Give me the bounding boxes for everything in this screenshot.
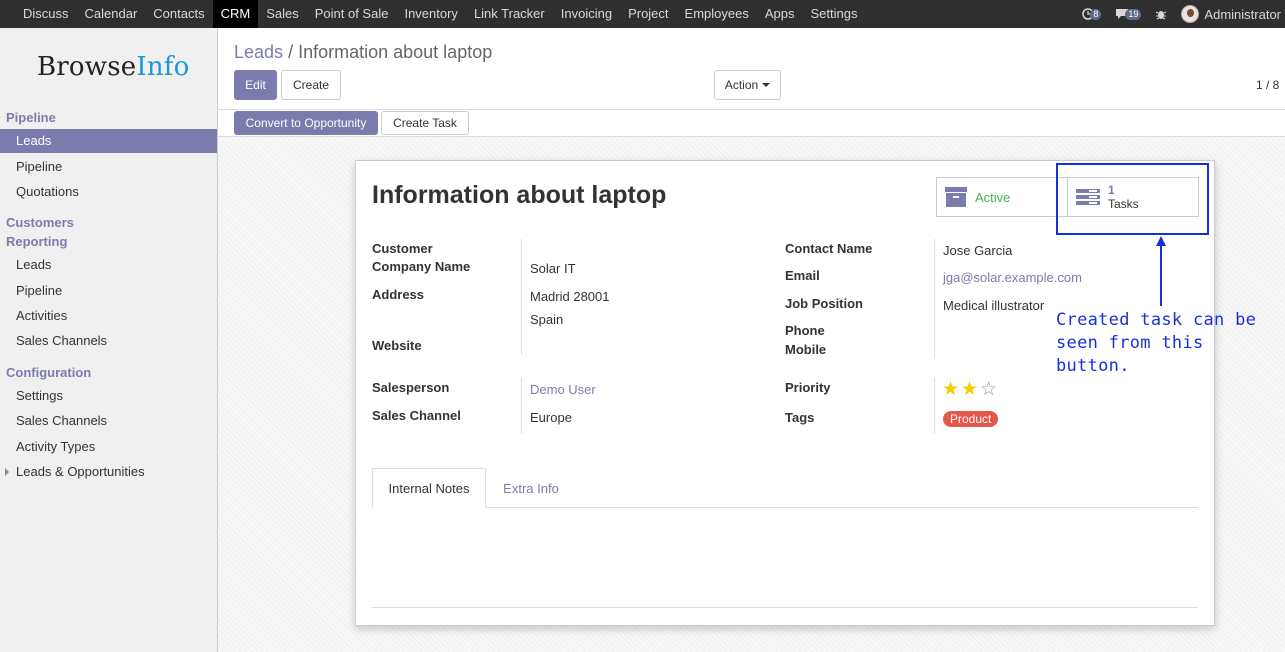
user-menu[interactable]: Administrator (1204, 7, 1281, 22)
menu-apps[interactable]: Apps (757, 0, 803, 28)
salesperson-link[interactable]: Demo User (530, 382, 596, 397)
create-button[interactable]: Create (281, 70, 341, 100)
priority-star-icon[interactable]: ★ (942, 380, 959, 399)
field-divider (521, 378, 522, 434)
debug-button[interactable] (1155, 8, 1167, 20)
priority-star-icon[interactable]: ★ (961, 380, 978, 399)
tab-extra-info[interactable]: Extra Info (489, 468, 573, 508)
breadcrumb: Leads / Information about laptop (234, 42, 492, 63)
priority-stars: ★ ★ ☆ (942, 380, 999, 399)
product-tag[interactable]: Product (943, 411, 999, 427)
menu-discuss[interactable]: Discuss (15, 0, 77, 28)
annotation-line-2: seen from this button. (1056, 333, 1204, 376)
action-label: Action (724, 78, 759, 92)
sidebar-item-pipeline[interactable]: Pipeline (0, 155, 217, 179)
job-position-label: Job Position (785, 296, 863, 311)
top-navbar: Discuss Calendar Contacts CRM Sales Poin… (0, 0, 1285, 28)
tags-label: Tags (785, 410, 815, 425)
email-link[interactable]: jga@solar.example.com (943, 270, 1082, 285)
active-toggle-button[interactable]: Active (936, 177, 1068, 217)
menu-point-of-sale[interactable]: Point of Sale (307, 0, 397, 28)
sidebar-item-leads[interactable]: Leads (0, 129, 217, 153)
email-label: Email (785, 268, 820, 283)
sales-channel-label: Sales Channel (372, 408, 461, 423)
menu-calendar[interactable]: Calendar (77, 0, 146, 28)
app-menu: Discuss Calendar Contacts CRM Sales Poin… (0, 0, 865, 28)
sidebar-item-label: Leads & Opportunities (16, 464, 145, 479)
menu-settings[interactable]: Settings (802, 0, 865, 28)
company-logo: BrowseInfo (37, 52, 189, 82)
job-position-field[interactable]: Medical illustrator (943, 298, 1044, 313)
menu-inventory[interactable]: Inventory (396, 0, 465, 28)
annotation-highlight-box (1056, 163, 1209, 235)
logo-text-browse: Browse (37, 52, 137, 82)
activity-count-badge: 8 (1090, 8, 1102, 20)
sidebar-item-activities[interactable]: Activities (0, 304, 217, 328)
customer-label: Customer (372, 241, 433, 256)
field-divider (934, 378, 935, 434)
action-dropdown[interactable]: Action (714, 70, 781, 100)
sidebar-header-configuration[interactable]: Configuration (6, 365, 91, 380)
archive-icon (945, 187, 967, 207)
contact-name-field[interactable]: Jose Garcia (943, 243, 1012, 258)
sidebar-header-reporting[interactable]: Reporting (6, 234, 67, 249)
caret-right-icon (5, 468, 9, 476)
website-label: Website (372, 338, 422, 353)
field-divider (521, 239, 522, 355)
messaging-button[interactable]: 19 (1115, 8, 1142, 20)
edit-button[interactable]: Edit (234, 70, 277, 100)
caret-down-icon (762, 83, 771, 87)
sidebar-item-settings[interactable]: Settings (0, 384, 217, 408)
priority-label: Priority (785, 380, 831, 395)
message-count-badge: 19 (1125, 8, 1142, 20)
bug-icon (1156, 11, 1167, 20)
sidebar-item-quotations[interactable]: Quotations (0, 180, 217, 204)
divider (218, 109, 1285, 110)
field-divider (934, 239, 935, 359)
menu-sales[interactable]: Sales (258, 0, 307, 28)
create-task-button[interactable]: Create Task (381, 111, 469, 135)
sidebar-item-sales-channels[interactable]: Sales Channels (0, 329, 217, 353)
company-name-label: Company Name (372, 259, 471, 274)
breadcrumb-leads-link[interactable]: Leads (234, 42, 283, 62)
menu-invoicing[interactable]: Invoicing (553, 0, 620, 28)
logo-text-info: Info (136, 52, 190, 82)
menu-link-tracker[interactable]: Link Tracker (466, 0, 553, 28)
sidebar-item-config-sales-channels[interactable]: Sales Channels (0, 409, 217, 433)
sales-channel-field[interactable]: Europe (530, 410, 572, 425)
sidebar-item-activity-types[interactable]: Activity Types (0, 435, 217, 459)
salesperson-label: Salesperson (372, 380, 450, 395)
notes-bottom-divider (372, 607, 1198, 608)
mobile-label: Mobile (785, 342, 827, 357)
active-label: Active (975, 189, 1011, 205)
priority-star-icon[interactable]: ☆ (980, 380, 997, 399)
sidebar-header-customers[interactable]: Customers (6, 215, 74, 230)
contact-name-label: Contact Name (785, 241, 873, 256)
menu-contacts[interactable]: Contacts (145, 0, 212, 28)
activity-button[interactable]: 8 (1082, 8, 1102, 20)
annotation-line-1: Created task can be (1056, 310, 1257, 330)
menu-project[interactable]: Project (620, 0, 676, 28)
breadcrumb-separator: / (288, 42, 294, 62)
annotation-text: Created task can be seen from this butto… (1056, 309, 1285, 378)
convert-to-opportunity-button[interactable]: Convert to Opportunity (234, 111, 378, 135)
company-name-field[interactable]: Solar IT (530, 261, 576, 276)
sidebar-item-leads-opportunities[interactable]: Leads & Opportunities (0, 460, 217, 484)
menu-crm[interactable]: CRM (212, 0, 259, 28)
user-avatar[interactable] (1181, 5, 1200, 23)
lead-title: Information about laptop (372, 181, 667, 209)
pager[interactable]: 1 / 8 (1256, 78, 1279, 92)
address-country-field[interactable]: Spain (530, 312, 563, 327)
sidebar-header-pipeline[interactable]: Pipeline (6, 110, 56, 125)
menu-employees[interactable]: Employees (677, 0, 757, 28)
sidebar-item-report-leads[interactable]: Leads (0, 253, 217, 277)
sidebar-item-report-pipeline[interactable]: Pipeline (0, 279, 217, 303)
phone-label: Phone (785, 323, 825, 338)
address-label: Address (372, 287, 425, 302)
annotation-arrow-line (1160, 244, 1162, 306)
systray: 8 19 Administrator (1082, 0, 1285, 28)
tab-internal-notes[interactable]: Internal Notes (372, 468, 486, 508)
address-city-field[interactable]: Madrid 28001 (530, 289, 610, 304)
breadcrumb-current: Information about laptop (298, 42, 493, 62)
